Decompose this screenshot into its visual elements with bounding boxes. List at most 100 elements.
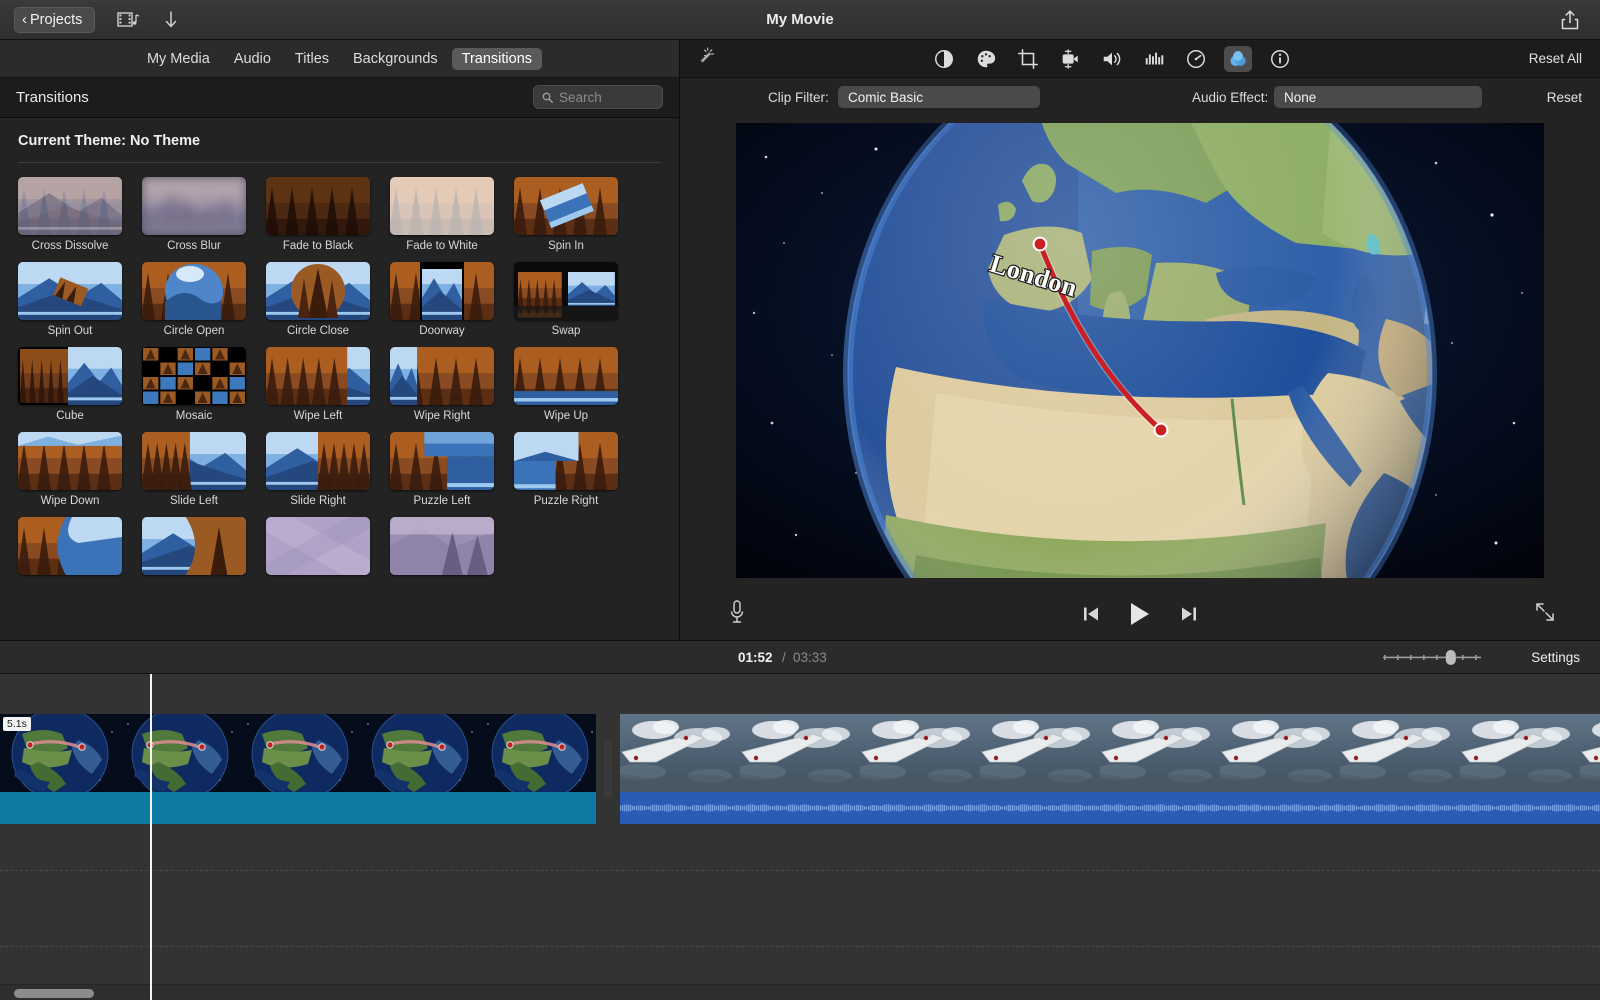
timeline-scrollbar-thumb[interactable] bbox=[14, 989, 94, 998]
transitions-scroll-area[interactable]: Cross Dissolve Cross Blur Fade to Black … bbox=[0, 163, 679, 640]
transition-item[interactable] bbox=[390, 517, 494, 580]
video-preview[interactable]: London bbox=[736, 123, 1544, 578]
magic-wand-icon[interactable] bbox=[694, 45, 716, 72]
fullscreen-expand-icon[interactable] bbox=[1534, 601, 1556, 628]
audio-effect-value: None bbox=[1284, 90, 1316, 105]
transition-item-swap[interactable]: Swap bbox=[514, 262, 618, 337]
tab-backgrounds[interactable]: Backgrounds bbox=[343, 48, 448, 70]
import-down-arrow-icon[interactable] bbox=[163, 10, 179, 30]
transition-thumbnail[interactable] bbox=[390, 347, 494, 405]
projects-back-button[interactable]: ‹ Projects bbox=[14, 7, 95, 33]
transition-item-fade-to-white[interactable]: Fade to White bbox=[390, 177, 494, 252]
reset-all-button[interactable]: Reset All bbox=[1529, 51, 1582, 66]
transition-item-circle-open[interactable]: Circle Open bbox=[142, 262, 246, 337]
current-theme-label: Current Theme: No Theme bbox=[18, 133, 200, 149]
search-input[interactable] bbox=[559, 90, 654, 105]
transition-item-wipe-up[interactable]: Wipe Up bbox=[514, 347, 618, 422]
stabilization-icon[interactable] bbox=[1056, 46, 1084, 72]
tab-transitions[interactable]: Transitions bbox=[452, 48, 542, 70]
transition-thumbnail[interactable] bbox=[142, 517, 246, 575]
transition-thumbnail[interactable] bbox=[18, 347, 122, 405]
skip-to-end-button[interactable] bbox=[1179, 604, 1199, 624]
clip-filmstrip[interactable] bbox=[0, 714, 596, 792]
transition-item-wipe-down[interactable]: Wipe Down bbox=[18, 432, 122, 507]
tab-titles[interactable]: Titles bbox=[285, 48, 339, 70]
transition-item-spin-out[interactable]: Spin Out bbox=[18, 262, 122, 337]
transition-thumbnail[interactable] bbox=[266, 432, 370, 490]
transition-thumbnail[interactable] bbox=[266, 262, 370, 320]
transition-item-puzzle-right[interactable]: Puzzle Right bbox=[514, 432, 618, 507]
transition-item-spin-in[interactable]: Spin In bbox=[514, 177, 618, 252]
transition-item-fade-to-black[interactable]: Fade to Black bbox=[266, 177, 370, 252]
timeline-settings-button[interactable]: Settings bbox=[1531, 650, 1580, 665]
transition-thumbnail[interactable] bbox=[266, 517, 370, 575]
reset-button[interactable]: Reset bbox=[1547, 90, 1582, 105]
timeline[interactable]: 5.1s bbox=[0, 674, 1600, 1000]
timeline-scrollbar[interactable] bbox=[0, 984, 1600, 1000]
transition-thumbnail[interactable] bbox=[266, 347, 370, 405]
transition-thumbnail[interactable] bbox=[142, 432, 246, 490]
volume-icon[interactable] bbox=[1098, 46, 1126, 72]
time-separator: / bbox=[782, 650, 786, 665]
playhead[interactable] bbox=[150, 674, 152, 1000]
clip-filter-icon[interactable] bbox=[1224, 46, 1252, 72]
clip-filter-label: Clip Filter: bbox=[768, 90, 829, 105]
transition-thumbnail[interactable] bbox=[514, 262, 618, 320]
transition-item-slide-right[interactable]: Slide Right bbox=[266, 432, 370, 507]
transition-item[interactable] bbox=[266, 517, 370, 580]
transition-thumbnail[interactable] bbox=[18, 262, 122, 320]
transition-thumbnail[interactable] bbox=[514, 177, 618, 235]
transition-thumbnail[interactable] bbox=[18, 432, 122, 490]
timeline-clip[interactable] bbox=[620, 714, 1600, 824]
transition-thumbnail[interactable] bbox=[514, 347, 618, 405]
transition-item[interactable] bbox=[18, 517, 122, 580]
clip-trim-handle[interactable] bbox=[604, 740, 612, 798]
microphone-icon[interactable] bbox=[728, 599, 746, 630]
transition-item-doorway[interactable]: Doorway bbox=[390, 262, 494, 337]
transition-thumbnail[interactable] bbox=[18, 517, 122, 575]
transition-thumbnail[interactable] bbox=[266, 177, 370, 235]
skip-to-start-button[interactable] bbox=[1081, 604, 1101, 624]
clip-filter-dropdown[interactable]: Comic Basic bbox=[838, 86, 1040, 108]
transition-thumbnail[interactable] bbox=[390, 262, 494, 320]
transition-item[interactable] bbox=[142, 517, 246, 580]
tab-audio[interactable]: Audio bbox=[224, 48, 281, 70]
search-field[interactable] bbox=[533, 85, 663, 109]
transition-item-wipe-right[interactable]: Wipe Right bbox=[390, 347, 494, 422]
transition-thumbnail[interactable] bbox=[142, 177, 246, 235]
clip-filmstrip[interactable] bbox=[620, 714, 1600, 792]
speed-icon[interactable] bbox=[1182, 46, 1210, 72]
color-correction-icon[interactable] bbox=[972, 46, 1000, 72]
transition-thumbnail[interactable] bbox=[142, 262, 246, 320]
transition-item-slide-left[interactable]: Slide Left bbox=[142, 432, 246, 507]
editor-upper-area: My MediaAudioTitlesBackgroundsTransition… bbox=[0, 40, 1600, 640]
clip-audio-track[interactable] bbox=[0, 792, 596, 824]
transition-item-cross-dissolve[interactable]: Cross Dissolve bbox=[18, 177, 122, 252]
transition-thumbnail[interactable] bbox=[390, 432, 494, 490]
share-icon[interactable] bbox=[1560, 9, 1580, 36]
noise-reduction-equalizer-icon[interactable] bbox=[1140, 46, 1168, 72]
transition-thumbnail[interactable] bbox=[390, 177, 494, 235]
transition-item-cross-blur[interactable]: Cross Blur bbox=[142, 177, 246, 252]
play-button[interactable] bbox=[1127, 600, 1153, 628]
info-icon[interactable] bbox=[1266, 46, 1294, 72]
transition-thumbnail[interactable] bbox=[18, 177, 122, 235]
transition-item-circle-close[interactable]: Circle Close bbox=[266, 262, 370, 337]
transition-item-wipe-left[interactable]: Wipe Left bbox=[266, 347, 370, 422]
transition-thumbnail[interactable] bbox=[514, 432, 618, 490]
transition-item-mosaic[interactable]: Mosaic bbox=[142, 347, 246, 422]
transition-item-cube[interactable]: Cube bbox=[18, 347, 122, 422]
timeline-clip[interactable]: 5.1s bbox=[0, 714, 596, 824]
color-balance-icon[interactable] bbox=[930, 46, 958, 72]
film-music-icon[interactable] bbox=[117, 10, 141, 30]
browser-header: Transitions bbox=[0, 78, 679, 118]
transition-item-puzzle-left[interactable]: Puzzle Left bbox=[390, 432, 494, 507]
transition-thumbnail[interactable] bbox=[390, 517, 494, 575]
tab-my-media[interactable]: My Media bbox=[137, 48, 220, 70]
clip-audio-track[interactable] bbox=[620, 792, 1600, 824]
transition-thumbnail[interactable] bbox=[142, 347, 246, 405]
timeline-zoom-slider[interactable] bbox=[1382, 648, 1482, 666]
browser-tab-bar: My MediaAudioTitlesBackgroundsTransition… bbox=[0, 40, 679, 78]
audio-effect-dropdown[interactable]: None bbox=[1274, 86, 1482, 108]
crop-icon[interactable] bbox=[1014, 46, 1042, 72]
